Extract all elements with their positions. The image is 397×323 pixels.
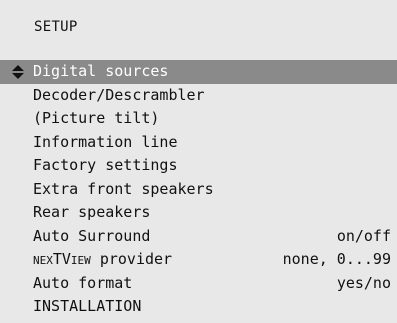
menu-item-extra-front-speakers[interactable]: Extra front speakers <box>0 178 397 202</box>
menu-item-label: Auto Surround <box>33 226 151 245</box>
menu-item-rear-speakers[interactable]: Rear speakers <box>0 201 397 225</box>
menu-item-decoder-descrambler[interactable]: Decoder/Descrambler <box>0 84 397 108</box>
menu-item-installation[interactable]: INSTALLATION <box>0 295 397 319</box>
menu-item-factory-settings[interactable]: Factory settings <box>0 154 397 178</box>
menu-item-value: yes/no <box>336 273 391 292</box>
menu-item-label: Decoder/Descrambler <box>33 85 205 104</box>
menu-item-label: Extra front speakers <box>33 179 214 198</box>
provider-label: provider <box>90 250 173 268</box>
menu-item-label: (Picture tilt) <box>33 109 160 127</box>
menu-item-nextview-provider[interactable]: nexTView provider none, 0...99 <box>0 248 397 272</box>
menu-item-value: none, 0...99 <box>282 250 391 268</box>
setup-menu: SETUP Digital sources Decoder/Descramble… <box>0 0 397 323</box>
menu-item-label: Information line <box>33 132 178 151</box>
menu-item-label: Auto format <box>33 273 133 292</box>
menu-item-value: on/off <box>336 226 391 245</box>
menu-item-auto-surround[interactable]: Auto Surround on/off <box>0 225 397 249</box>
menu-item-label: Digital sources <box>33 62 169 80</box>
menu-item-auto-format[interactable]: Auto format yes/no <box>0 272 397 296</box>
nextview-brand-label: nexTView <box>33 250 91 268</box>
menu-title: SETUP <box>34 19 78 35</box>
menu-item-label: nexTView provider <box>33 248 172 272</box>
menu-item-label: Factory settings <box>33 156 178 174</box>
menu-item-information-line[interactable]: Information line <box>0 131 397 155</box>
menu-item-digital-sources[interactable]: Digital sources <box>0 60 397 84</box>
up-down-arrow-icon <box>12 65 24 79</box>
menu-item-picture-tilt[interactable]: (Picture tilt) <box>0 107 397 131</box>
menu-item-label: Rear speakers <box>33 203 151 221</box>
menu-item-label: INSTALLATION <box>33 297 142 315</box>
menu-list: Digital sources Decoder/Descrambler (Pic… <box>0 60 397 319</box>
